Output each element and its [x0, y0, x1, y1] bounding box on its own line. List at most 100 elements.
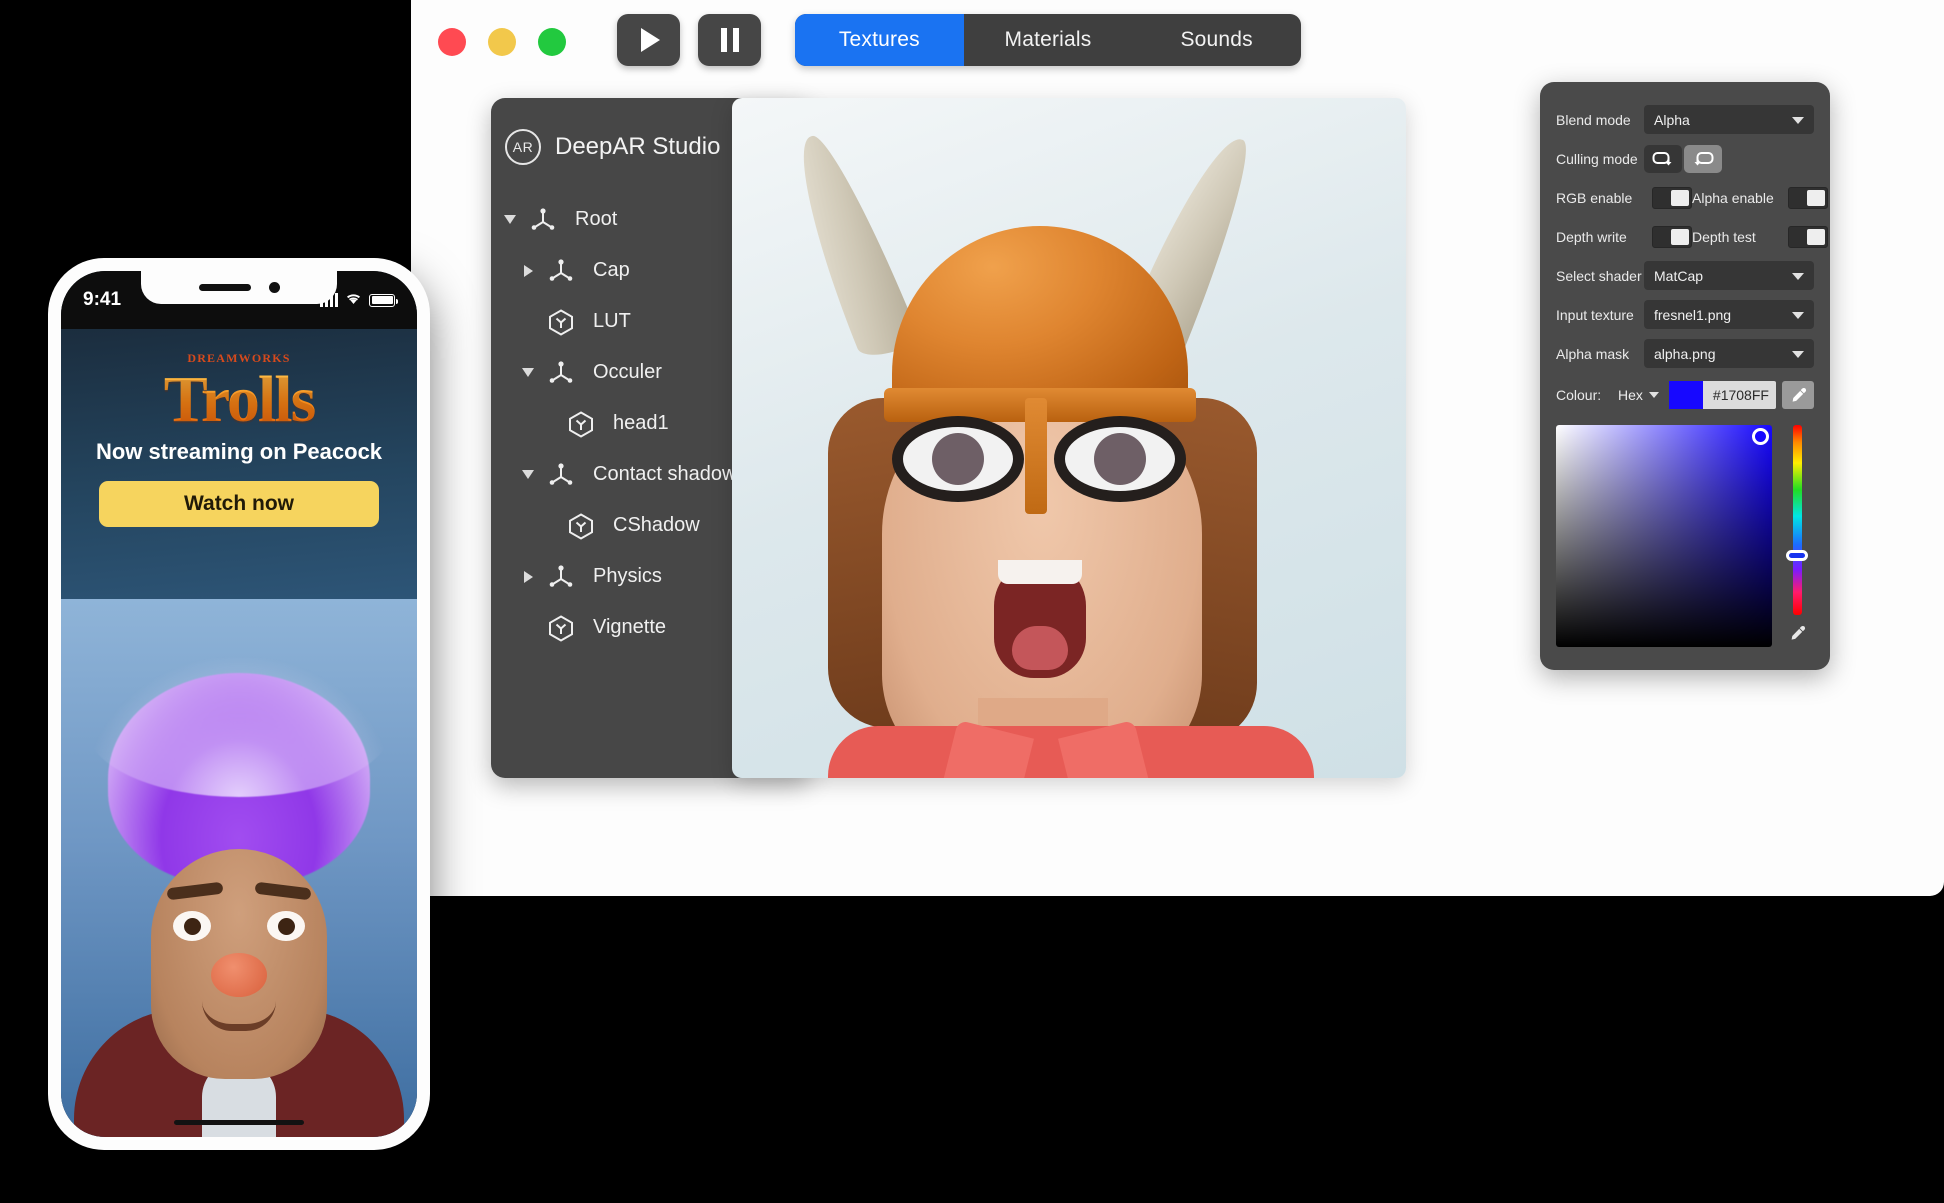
rgb-enable-label: RGB enable: [1556, 189, 1633, 206]
depth-test-cell: Depth test: [1692, 225, 1828, 248]
phone-notch: [141, 271, 337, 304]
chevron-down-icon: [1792, 116, 1804, 124]
depth-write-cell: Depth write: [1556, 225, 1692, 248]
maximize-button[interactable]: [538, 28, 566, 56]
tab-sounds[interactable]: Sounds: [1132, 14, 1301, 66]
chevron-down-icon: [1792, 272, 1804, 280]
rgb-enable-toggle[interactable]: [1652, 186, 1692, 209]
select-shader-select[interactable]: MatCap: [1644, 261, 1814, 290]
colour-swatch: [1668, 381, 1703, 409]
troll-nose: [211, 953, 267, 997]
tab-materials[interactable]: Materials: [964, 14, 1133, 66]
axis-icon: [541, 460, 581, 490]
cube-icon: [561, 409, 601, 439]
tree-node-label: Occuler: [593, 361, 662, 383]
blend-mode-value: Alpha: [1654, 111, 1690, 128]
culling-mode-group: [1644, 144, 1722, 173]
depth-write-label: Depth write: [1556, 228, 1627, 245]
eyedropper-button[interactable]: [1782, 381, 1814, 409]
home-indicator[interactable]: [174, 1120, 304, 1125]
blend-mode-label: Blend mode: [1556, 111, 1631, 128]
ar-logo-icon: AR: [505, 129, 541, 165]
cull-front-icon[interactable]: [1644, 144, 1682, 173]
cull-back-icon[interactable]: [1684, 144, 1722, 173]
earpiece-speaker-icon: [198, 284, 251, 291]
play-button[interactable]: [617, 14, 680, 66]
cube-icon: [541, 613, 581, 643]
saturation-value-square[interactable]: [1556, 425, 1772, 647]
row-culling-mode: Culling mode: [1556, 139, 1814, 178]
hue-slider[interactable]: [1786, 425, 1808, 615]
cube-icon: [541, 307, 581, 337]
alpha-mask-select[interactable]: alpha.png: [1644, 339, 1814, 368]
select-shader-label: Select shader: [1556, 267, 1642, 284]
cube-icon: [561, 511, 601, 541]
hue-column: [1780, 425, 1814, 647]
eyedropper-icon[interactable]: [1789, 625, 1806, 647]
colour-format-value: Hex: [1618, 387, 1643, 403]
tree-node-label: LUT: [593, 310, 631, 332]
ad-subtitle: Now streaming on Peacock: [95, 439, 383, 465]
tree-node-label: Physics: [593, 565, 662, 587]
material-properties-panel: Blend mode Alpha Culling mode RGB enable…: [1540, 82, 1830, 670]
status-time: 9:41: [83, 289, 122, 310]
twisty-collapsed-icon[interactable]: [515, 264, 541, 277]
tab-textures[interactable]: Textures: [795, 14, 964, 66]
row-select-shader: Select shader MatCap: [1556, 256, 1814, 295]
hue-handle[interactable]: [1786, 550, 1808, 562]
sv-handle[interactable]: [1752, 428, 1769, 445]
depth-test-toggle[interactable]: [1788, 225, 1828, 248]
depth-write-toggle[interactable]: [1652, 225, 1692, 248]
blend-mode-select[interactable]: Alpha: [1644, 105, 1814, 134]
twisty-collapsed-icon[interactable]: [515, 570, 541, 583]
watch-now-button[interactable]: Watch now: [99, 481, 379, 528]
window-controls: [438, 28, 566, 56]
ar-preview-viewport[interactable]: [732, 98, 1406, 778]
chevron-down-icon: [1648, 392, 1659, 398]
ad-banner: DREAMWORKS Trolls Now streaming on Peaco…: [61, 329, 417, 599]
twisty-expanded-icon[interactable]: [515, 470, 541, 479]
minimize-button[interactable]: [488, 28, 516, 56]
ar-camera-view[interactable]: [61, 599, 417, 1137]
viking-helmet: [892, 226, 1188, 412]
tree-node-label: Contact shadow: [593, 463, 737, 485]
alpha-mask-value: alpha.png: [1654, 345, 1716, 362]
play-icon: [641, 28, 660, 52]
row-alpha-mask: Alpha mask alpha.png: [1556, 334, 1814, 373]
colour-format-select[interactable]: Hex: [1618, 387, 1659, 403]
twisty-expanded-icon[interactable]: [497, 215, 523, 224]
row-input-texture: Input texture fresnel1.png: [1556, 295, 1814, 334]
row-depth: Depth write Depth test: [1556, 217, 1828, 256]
wifi-icon: [345, 289, 362, 311]
twisty-expanded-icon[interactable]: [515, 368, 541, 377]
chevron-down-icon: [1792, 350, 1804, 358]
row-colour: Colour: Hex #1708FF: [1556, 373, 1814, 417]
alpha-enable-toggle[interactable]: [1788, 186, 1828, 209]
colour-picker: [1556, 425, 1814, 647]
alpha-enable-label: Alpha enable: [1692, 189, 1774, 206]
input-texture-select[interactable]: fresnel1.png: [1644, 300, 1814, 329]
rgb-enable-cell: RGB enable: [1556, 186, 1692, 209]
project-title: DeepAR Studio: [555, 133, 721, 160]
troll-face: [151, 849, 327, 1079]
pause-icon: [720, 28, 739, 52]
colour-label: Colour:: [1556, 387, 1602, 403]
close-button[interactable]: [438, 28, 466, 56]
model-mouth: [994, 560, 1086, 678]
tree-node-label: CShadow: [613, 514, 700, 536]
tree-node-label: head1: [613, 412, 669, 434]
pause-button[interactable]: [698, 14, 761, 66]
trolls-title-logo: Trolls: [79, 366, 399, 432]
input-texture-value: fresnel1.png: [1654, 306, 1732, 323]
colour-hex-field[interactable]: #1708FF: [1668, 381, 1776, 409]
depth-test-label: Depth test: [1692, 228, 1756, 245]
tree-node-label: Root: [575, 208, 618, 230]
helmet-nose-guard: [1025, 398, 1047, 514]
screenshot-stage: Textures Materials Sounds AR DeepAR Stud…: [0, 0, 1944, 1203]
deepar-studio-window: Textures Materials Sounds AR DeepAR Stud…: [411, 0, 1944, 896]
phone-screen: 9:41 DREAMWORKS Trolls Now streaming on …: [61, 271, 417, 1137]
transport-controls: [617, 14, 761, 66]
phone-mockup: 9:41 DREAMWORKS Trolls Now streaming on …: [48, 258, 430, 1150]
colour-hex-value: #1708FF: [1712, 387, 1769, 403]
select-shader-value: MatCap: [1654, 267, 1704, 284]
